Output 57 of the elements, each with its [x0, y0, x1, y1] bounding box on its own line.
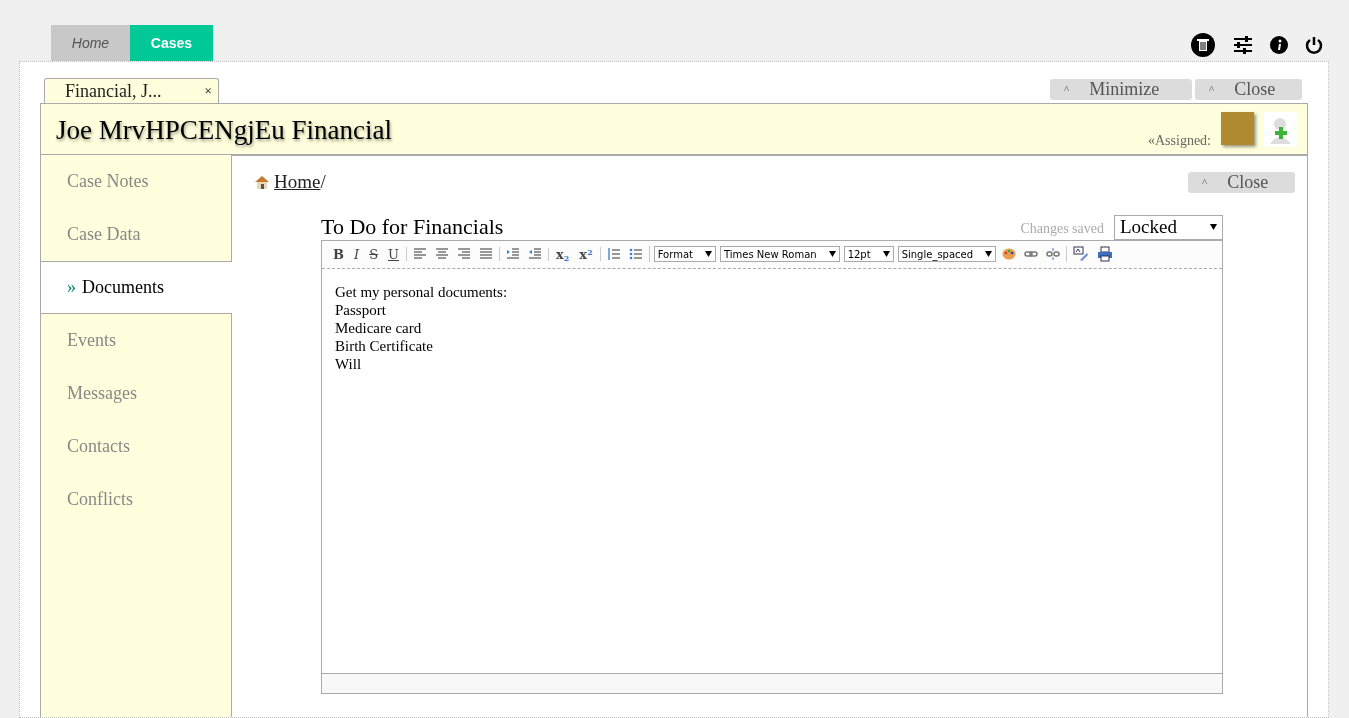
close-tab-button[interactable]: ×	[204, 81, 212, 101]
house-icon	[254, 175, 270, 190]
italic-button[interactable]: I	[349, 247, 365, 261]
sidebar-item[interactable]: » Documents	[41, 261, 232, 314]
outdent-icon[interactable]	[528, 247, 542, 261]
lock-dropdown[interactable]: Locked	[1114, 214, 1223, 240]
bulleted-list-icon[interactable]	[628, 247, 643, 261]
info-icon[interactable]	[1270, 36, 1288, 54]
top-nav-tab[interactable]: Home	[51, 25, 130, 61]
home-link[interactable]: Home	[274, 168, 321, 197]
align-right-icon[interactable]	[457, 247, 471, 261]
minimize-button[interactable]: ^ Minimize	[1050, 79, 1192, 100]
editor-text-line: Will	[335, 354, 363, 373]
power-icon[interactable]	[1305, 36, 1323, 54]
toolbar-dropdown[interactable]: 12pt	[843, 246, 894, 262]
close-button[interactable]: ^ Close	[1195, 79, 1302, 100]
subscript-button[interactable]: x$_{2}$	[551, 247, 575, 261]
sidebar-item[interactable]: Events	[41, 314, 232, 367]
editor-text-line: Get my personal documents:	[335, 282, 509, 301]
editor-text-line: Birth Certificate	[335, 336, 434, 355]
superscript-button[interactable]: x$^{2}$	[574, 247, 598, 261]
caret-icon	[1210, 224, 1217, 230]
case-title: Joe MrvHPCENgjEu Financial	[56, 114, 392, 147]
underline-button[interactable]: U	[383, 247, 404, 261]
assigned-label: «Assigned:	[1148, 132, 1211, 150]
justify-icon[interactable]	[479, 247, 493, 261]
sidebar-item[interactable]: Messages	[41, 367, 232, 420]
breadcrumb-separator: /	[320, 170, 326, 194]
caret-icon	[985, 251, 993, 257]
sliders-icon[interactable]	[1233, 36, 1253, 54]
numbered-list-icon[interactable]	[606, 247, 621, 261]
palette-icon[interactable]	[1002, 247, 1017, 261]
sidebar-item[interactable]: Contacts	[41, 420, 232, 473]
close-button[interactable]: ^ Close	[1188, 171, 1295, 193]
bold-button[interactable]: B	[328, 247, 349, 261]
editor-text-line: Medicare card	[335, 318, 423, 337]
editor-body[interactable]: Get my personal documents: Passport Medicare card Birth Certificate Will	[322, 268, 1222, 673]
unlink-icon[interactable]	[1046, 247, 1061, 261]
toolbar-dropdown[interactable]: Format	[653, 246, 716, 262]
toolbar-dropdown[interactable]: Times New Roman	[719, 246, 840, 262]
case-tab-label: Financial, J...	[65, 79, 162, 103]
printer-icon[interactable]	[1097, 246, 1114, 262]
caret-icon	[704, 251, 712, 257]
add-user-icon[interactable]	[1264, 112, 1297, 147]
case-tab[interactable]: Financial, J... ×	[44, 78, 219, 103]
sidebar-item[interactable]: Case Notes	[41, 155, 232, 208]
indent-icon[interactable]	[506, 247, 520, 261]
strikethrough-button[interactable]: S	[364, 247, 384, 261]
sidebar-item[interactable]: Conflicts	[41, 473, 232, 526]
document-title: To Do for Financials	[321, 215, 504, 238]
save-status: Changes saved	[1020, 219, 1104, 238]
align-center-icon[interactable]	[435, 247, 449, 261]
caret-icon	[882, 251, 890, 257]
caret-icon	[828, 251, 836, 257]
editor-text-line: Passport	[335, 300, 387, 319]
toolbar-dropdown[interactable]: Single_spaced	[897, 246, 997, 262]
align-left-icon[interactable]	[413, 247, 427, 261]
